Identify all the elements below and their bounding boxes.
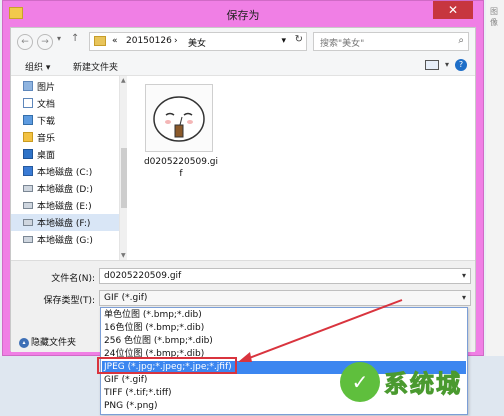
sidebar-item-downloads[interactable]: 下载 [11, 112, 119, 129]
filename-label: 文件名(N): [51, 274, 95, 284]
view-icon[interactable] [425, 60, 439, 70]
sidebar-item-music[interactable]: 音乐 [11, 129, 119, 146]
drive-icon [23, 202, 33, 209]
file-list: d0205220509.gi f [129, 76, 475, 260]
breadcrumb-item-20150126[interactable]: 20150126 [126, 36, 172, 46]
desktop-icon [23, 149, 33, 159]
watermark-logo-icon: ✓ [340, 362, 380, 402]
drive-icon [23, 219, 33, 226]
dialog-title: 保存为 [226, 9, 260, 22]
save-as-dialog: 保存为 ✕ ← → ▾ ↑ « 20150126 › 美女 ▾ ↻ 搜索"美女"… [2, 0, 484, 356]
sidebar-item-drive-c[interactable]: 本地磁盘 (C:) [11, 163, 119, 180]
save-type-select[interactable]: GIF (*.gif) ▾ [99, 290, 471, 306]
new-folder-button[interactable]: 新建文件夹 [73, 60, 118, 73]
help-icon[interactable]: ? [455, 59, 467, 71]
sidebar-item-drive-d[interactable]: 本地磁盘 (D:) [11, 180, 119, 197]
annotation-highlight-box [97, 357, 237, 374]
navigation-pane: 图片 文档 下载 音乐 桌面 本地磁盘 (C:) 本地磁盘 (D:) 本地磁盘 … [11, 76, 125, 260]
back-button[interactable]: ← [17, 34, 33, 50]
sidebar-item-drive-g[interactable]: 本地磁盘 (G:) [11, 231, 119, 248]
background-text: 图像 [490, 7, 498, 27]
drive-icon [23, 185, 33, 192]
sidebar-item-desktop[interactable]: 桌面 [11, 146, 119, 163]
drive-icon [23, 236, 33, 243]
file-name[interactable]: d0205220509.gi f [141, 156, 221, 180]
filename-field[interactable]: d0205220509.gif ▾ [99, 268, 471, 284]
command-toolbar: 组织 ▾ 新建文件夹 ▾ ? [11, 56, 475, 76]
watermark: ✓ 系统城 Xitong city.com [340, 360, 490, 416]
sidebar-item-pictures[interactable]: 图片 [11, 78, 119, 95]
watermark-url: Xitong city.com [358, 402, 455, 415]
save-type-value: GIF (*.gif) [104, 293, 148, 303]
dialog-client-area: ← → ▾ ↑ « 20150126 › 美女 ▾ ↻ 搜索"美女" ⌕ 组织 … [10, 27, 476, 352]
navigation-bar: ← → ▾ ↑ « 20150126 › 美女 ▾ ↻ 搜索"美女" ⌕ [11, 28, 475, 56]
sidebar-item-documents[interactable]: 文档 [11, 95, 119, 112]
cartoon-face-icon [153, 96, 205, 142]
scrollbar-thumb[interactable] [121, 148, 127, 208]
sidebar-item-label: 本地磁盘 (D:) [37, 185, 93, 195]
search-placeholder: 搜索"美女" [320, 39, 365, 49]
sidebar-item-label: 本地磁盘 (G:) [37, 236, 93, 246]
type-option-mono-bmp[interactable]: 单色位图 (*.bmp;*.dib) [102, 309, 466, 322]
type-option-256color-bmp[interactable]: 256 色位图 (*.bmp;*.dib) [102, 335, 466, 348]
downloads-icon [23, 115, 33, 125]
chevron-down-icon[interactable]: ▾ [462, 293, 466, 302]
refresh-icon[interactable]: ↻ [295, 34, 303, 45]
sidebar-item-label: 音乐 [37, 134, 56, 144]
close-button[interactable]: ✕ [433, 1, 473, 19]
hide-folders-button[interactable]: ▴ 隐藏文件夹 [19, 335, 76, 348]
file-name-line: d0205220509.gi [143, 157, 219, 167]
address-dropdown[interactable]: ▾ [281, 36, 286, 46]
watermark-text: 系统城 [384, 370, 462, 399]
search-icon[interactable]: ⌕ [458, 35, 464, 46]
sidebar-item-drive-f[interactable]: 本地磁盘 (F:) [11, 214, 119, 231]
sidebar-item-label: 本地磁盘 (E:) [37, 202, 92, 212]
forward-button[interactable]: → [37, 34, 53, 50]
breadcrumb-item-meinv[interactable]: 美女 [188, 36, 206, 49]
filename-value: d0205220509.gif [104, 271, 182, 281]
title-bar[interactable]: 保存为 ✕ [3, 1, 483, 27]
up-button[interactable]: ↑ [71, 33, 79, 44]
recent-locations-dropdown[interactable]: ▾ [57, 34, 61, 43]
hide-folders-label: 隐藏文件夹 [31, 338, 77, 348]
sidebar-item-label: 本地磁盘 (F:) [37, 219, 91, 229]
sidebar-item-label: 图片 [37, 83, 56, 93]
collapse-icon: ▴ [19, 337, 29, 348]
chevron-down-icon[interactable]: ▾ [462, 271, 466, 280]
file-name-line: f [179, 169, 183, 179]
search-input[interactable]: 搜索"美女" ⌕ [313, 32, 469, 51]
background-window-edge [486, 0, 504, 416]
sidebar-item-label: 下载 [37, 117, 56, 127]
sidebar-item-label: 本地磁盘 (C:) [37, 168, 93, 178]
breadcrumb-overflow[interactable]: « [112, 36, 118, 46]
organize-button[interactable]: 组织 ▾ [25, 60, 50, 73]
sidebar-scrollbar[interactable]: ▲ ▼ [119, 76, 127, 260]
drive-icon [23, 166, 33, 176]
type-option-16color-bmp[interactable]: 16色位图 (*.bmp;*.dib) [102, 322, 466, 335]
scroll-up-icon[interactable]: ▲ [121, 77, 126, 84]
address-bar[interactable]: « 20150126 › 美女 ▾ ↻ [89, 32, 307, 51]
sidebar-item-drive-e[interactable]: 本地磁盘 (E:) [11, 197, 119, 214]
sidebar-item-label: 文档 [37, 100, 56, 110]
scroll-down-icon[interactable]: ▼ [121, 252, 126, 259]
file-thumbnail[interactable] [145, 84, 213, 152]
view-dropdown[interactable]: ▾ [445, 60, 449, 69]
sidebar-item-label: 桌面 [37, 151, 56, 161]
music-icon [23, 132, 33, 142]
save-type-label: 保存类型(T): [43, 296, 95, 306]
folder-icon [94, 36, 106, 46]
documents-icon [23, 98, 33, 108]
pictures-icon [23, 81, 33, 91]
breadcrumb-separator[interactable]: › [174, 36, 178, 46]
